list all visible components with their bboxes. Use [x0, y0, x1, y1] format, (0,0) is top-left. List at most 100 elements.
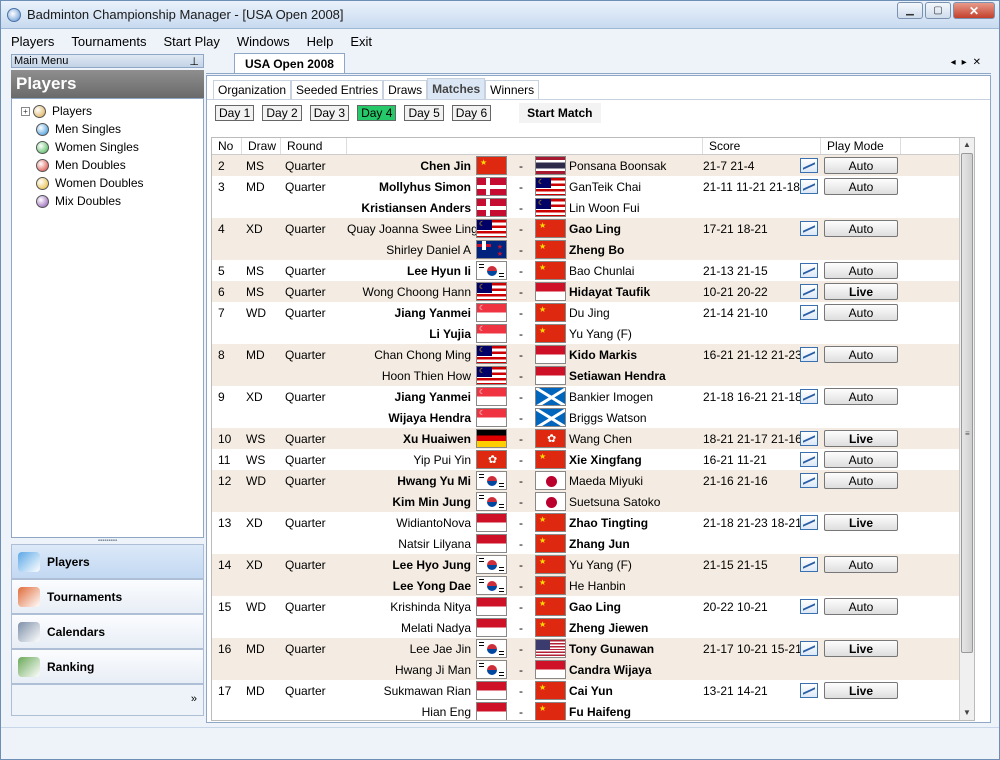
close-button[interactable]: ✕	[953, 2, 995, 19]
table-row[interactable]: Kim Min Jung - Suetsuna Satoko	[212, 491, 974, 512]
table-row[interactable]: 6 MS Quarter Wong Choong Hann ☾ - Hidayat Tauf…	[212, 281, 974, 302]
start-match-button[interactable]: Start Match	[519, 103, 601, 123]
tree-item[interactable]: Women Singles	[12, 138, 203, 156]
nav-tournaments[interactable]: Tournaments	[11, 579, 204, 614]
col-score[interactable]: Score	[703, 138, 821, 154]
table-row[interactable]: 14 XD Quarter Lee Hyo Jung - ★ Yu Yang (F) 21-1…	[212, 554, 974, 575]
tab-usa-open[interactable]: USA Open 2008	[234, 53, 345, 73]
nav-ranking[interactable]: Ranking	[11, 649, 204, 684]
tree-item[interactable]: + Players	[12, 102, 203, 120]
grid-scrollbar[interactable]: ▲ ≡ ▼	[959, 138, 974, 720]
play-mode-button[interactable]: Auto	[824, 556, 898, 573]
stats-chart-icon[interactable]	[800, 158, 818, 173]
table-row[interactable]: 9 XD Quarter Jiang Yanmei ☾ - Bankier Imogen 21…	[212, 386, 974, 407]
tab-seeded-entries[interactable]: Seeded Entries	[291, 80, 384, 99]
play-mode-button[interactable]: Auto	[824, 220, 898, 237]
table-row[interactable]: Hoon Thien How ☾ - Setiawan Hendra	[212, 365, 974, 386]
tab-winners[interactable]: Winners	[485, 80, 540, 99]
table-row[interactable]: 3 MD Quarter Mollyhus Simon - ☾ GanTeik Chai 21…	[212, 176, 974, 197]
chevron-down-icon[interactable]: »	[191, 693, 197, 705]
stats-chart-icon[interactable]	[800, 683, 818, 698]
day-3-button[interactable]: Day 3	[309, 105, 350, 121]
table-row[interactable]: 10 WS Quarter Xu Huaiwen - ✿ Wang Chen 18-21 21…	[212, 428, 974, 449]
stats-chart-icon[interactable]	[800, 221, 818, 236]
play-mode-button[interactable]: Live	[824, 682, 898, 699]
day-5-button[interactable]: Day 5	[404, 105, 444, 121]
nav-calendars[interactable]: Calendars	[11, 614, 204, 649]
play-mode-button[interactable]: Auto	[824, 451, 898, 468]
scroll-up-icon[interactable]: ▲	[960, 138, 974, 152]
tree-item[interactable]: Women Doubles	[12, 174, 203, 192]
play-mode-button[interactable]: Auto	[824, 304, 898, 321]
col-round[interactable]: Round	[281, 138, 347, 154]
table-row[interactable]: Shirley Daniel A ★ ★ - ★ Zheng Bo	[212, 239, 974, 260]
table-row[interactable]: 4 XD Quarter Quay Joanna Swee Ling ☾ - ★ Gao Li…	[212, 218, 974, 239]
tab-nav-icons[interactable]: ◂▸✕	[951, 57, 987, 68]
day-1-button[interactable]: Day 1	[215, 105, 255, 121]
day-2-button[interactable]: Day 2	[262, 105, 302, 121]
table-row[interactable]: 13 XD Quarter WidiantoNova - ★ Zhao Tingting 21…	[212, 512, 974, 533]
play-mode-button[interactable]: Auto	[824, 346, 898, 363]
stats-chart-icon[interactable]	[800, 263, 818, 278]
table-row[interactable]: 17 MD Quarter Sukmawan Rian - ★ Cai Yun 13-21 1…	[212, 680, 974, 701]
menu-exit[interactable]: Exit	[350, 34, 372, 49]
table-row[interactable]: 8 MD Quarter Chan Chong Ming ☾ - Kido Markis 16…	[212, 344, 974, 365]
expand-icon[interactable]: +	[21, 106, 30, 116]
stats-chart-icon[interactable]	[800, 347, 818, 362]
stats-chart-icon[interactable]	[800, 557, 818, 572]
stats-chart-icon[interactable]	[800, 599, 818, 614]
tree-item[interactable]: Men Doubles	[12, 156, 203, 174]
stats-chart-icon[interactable]	[800, 389, 818, 404]
tree-item[interactable]: Men Singles	[12, 120, 203, 138]
play-mode-button[interactable]: Auto	[824, 598, 898, 615]
stats-chart-icon[interactable]	[800, 284, 818, 299]
col-play-mode[interactable]: Play Mode	[821, 138, 901, 154]
stats-chart-icon[interactable]	[800, 452, 818, 467]
table-row[interactable]: 7 WD Quarter Jiang Yanmei ☾ - ★ Du Jing 21-14 21…	[212, 302, 974, 323]
play-mode-button[interactable]: Live	[824, 514, 898, 531]
menu-players[interactable]: Players	[11, 34, 54, 49]
stats-chart-icon[interactable]	[800, 473, 818, 488]
day-6-button[interactable]: Day 6	[451, 105, 492, 121]
stats-chart-icon[interactable]	[800, 431, 818, 446]
table-row[interactable]: 15 WD Quarter Krishinda Nitya - ★ Gao Ling 20-2…	[212, 596, 974, 617]
col-draw[interactable]: Draw	[242, 138, 281, 154]
table-row[interactable]: Natsir Lilyana - ★ Zhang Jun	[212, 533, 974, 554]
maximize-button[interactable]: ▢	[925, 2, 951, 19]
pin-icon[interactable]: ⊥	[189, 55, 199, 68]
table-row[interactable]: 16 MD Quarter Lee Jae Jin - Tony Gunawan 21-17…	[212, 638, 974, 659]
play-mode-button[interactable]: Auto	[824, 262, 898, 279]
table-row[interactable]: Kristiansen Anders - ☾ Lin Woon Fui	[212, 197, 974, 218]
play-mode-button[interactable]: Live	[824, 430, 898, 447]
day-4-button[interactable]: Day 4	[357, 105, 397, 121]
play-mode-button[interactable]: Live	[824, 640, 898, 657]
play-mode-button[interactable]: Auto	[824, 388, 898, 405]
nav-players[interactable]: Players	[11, 544, 204, 579]
play-mode-button[interactable]: Auto	[824, 472, 898, 489]
play-mode-button[interactable]: Auto	[824, 178, 898, 195]
table-row[interactable]: 2 MS Quarter Chen Jin ★ - Ponsana Boonsak 21-7 …	[212, 155, 974, 176]
menu-tournaments[interactable]: Tournaments	[71, 34, 146, 49]
menu-start-play[interactable]: Start Play	[164, 34, 220, 49]
table-row[interactable]: Wijaya Hendra ☾ - Briggs Watson	[212, 407, 974, 428]
menu-help[interactable]: Help	[307, 34, 334, 49]
tab-matches[interactable]: Matches	[427, 78, 486, 99]
menu-windows[interactable]: Windows	[237, 34, 290, 49]
tab-draws[interactable]: Draws	[383, 80, 428, 99]
table-row[interactable]: Hian Eng - ★ Fu Haifeng	[212, 701, 974, 720]
table-row[interactable]: Melati Nadya - ★ Zheng Jiewen	[212, 617, 974, 638]
table-row[interactable]: 12 WD Quarter Hwang Yu Mi - Maeda Miyuki 21-16…	[212, 470, 974, 491]
table-row[interactable]: Lee Yong Dae - ★ He Hanbin	[212, 575, 974, 596]
scroll-down-icon[interactable]: ▼	[960, 706, 974, 720]
play-mode-button[interactable]: Auto	[824, 157, 898, 174]
table-row[interactable]: Li Yujia ☾ - ★ Yu Yang (F)	[212, 323, 974, 344]
table-row[interactable]: 5 MS Quarter Lee Hyun Ii - ★ Bao Chunlai 21-13 …	[212, 260, 974, 281]
stats-chart-icon[interactable]	[800, 515, 818, 530]
stats-chart-icon[interactable]	[800, 305, 818, 320]
tab-organization[interactable]: Organization	[213, 80, 292, 99]
stats-chart-icon[interactable]	[800, 641, 818, 656]
minimize-button[interactable]: ▁	[897, 2, 923, 19]
play-mode-button[interactable]: Live	[824, 283, 898, 300]
col-no[interactable]: No	[212, 138, 242, 154]
table-row[interactable]: 11 WS Quarter Yip Pui Yin ✿ - ★ Xie Xingfang 16-…	[212, 449, 974, 470]
